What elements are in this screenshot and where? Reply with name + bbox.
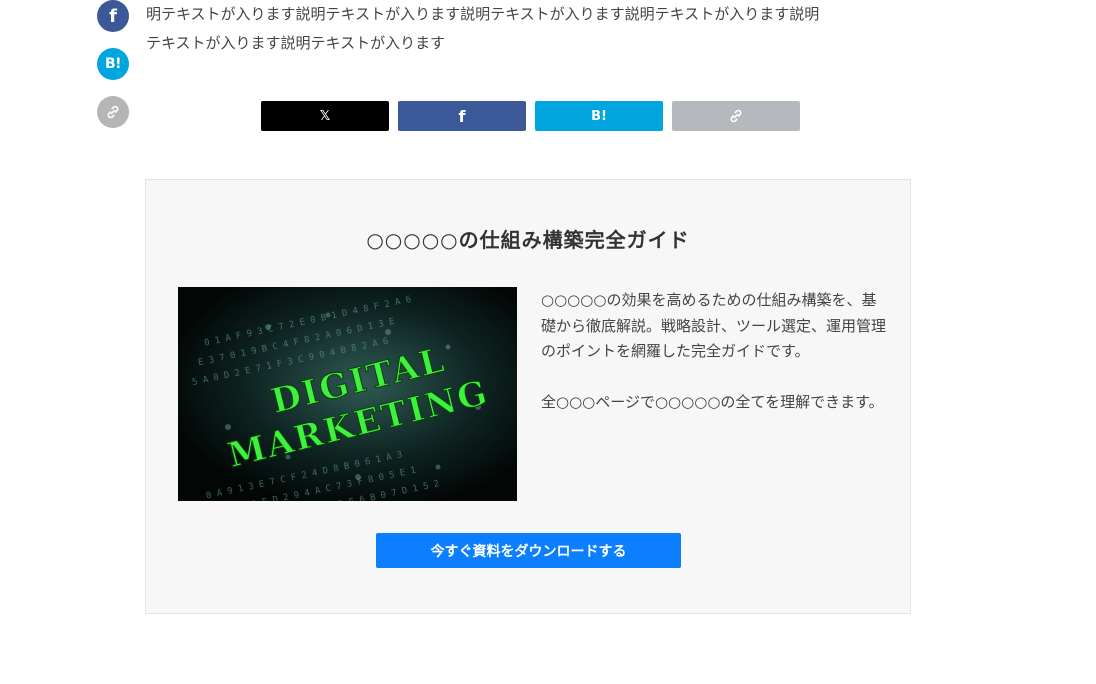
hatena-share-button[interactable]: B! <box>535 101 663 131</box>
hatena-share-side-button[interactable]: B! <box>97 48 129 80</box>
card-description: ○○○○○の効果を高めるための仕組み構築を、基礎から徹底解説。戦略設計、ツール選… <box>541 288 886 416</box>
card-description-para-2: 全○○○ページで○○○○○の全てを理解できます。 <box>541 393 884 411</box>
copy-link-button[interactable] <box>672 101 800 131</box>
hatena-bookmark-icon: B! <box>104 56 122 72</box>
copy-link-side-button[interactable] <box>97 96 129 128</box>
digital-marketing-illustration: 0 1 A F 9 3 C 7 2 E 0 B 1 D 4 8 F 2 A 6 … <box>178 287 517 501</box>
link-icon <box>730 109 742 123</box>
x-icon: 𝕏 <box>319 108 331 124</box>
x-share-button[interactable]: 𝕏 <box>261 101 389 131</box>
facebook-share-button[interactable]: f <box>398 101 526 131</box>
card-description-para-1: ○○○○○の効果を高めるための仕組み構築を、基礎から徹底解説。戦略設計、ツール選… <box>541 291 887 360</box>
card-title: ○○○○○の仕組み構築完全ガイド <box>366 228 690 252</box>
facebook-icon: f <box>109 5 117 27</box>
share-bar: 𝕏 f B! <box>261 101 800 131</box>
digital-marketing-image: 0 1 A F 9 3 C 7 2 E 0 B 1 D 4 8 F 2 A 6 … <box>178 287 517 501</box>
intro-line-1: 明テキストが入ります説明テキストが入ります説明テキストが入ります説明テキストが入… <box>146 5 820 23</box>
download-cta-button[interactable]: 今すぐ資料をダウンロードする <box>376 533 681 568</box>
hatena-bookmark-icon: B! <box>591 108 607 124</box>
page: f B! 明テキストが入ります説明テキストが入ります説明テキストが入ります説明テ… <box>0 0 1096 684</box>
facebook-icon: f <box>458 106 466 126</box>
intro-paragraph: 明テキストが入ります説明テキストが入ります説明テキストが入ります説明テキストが入… <box>146 0 916 57</box>
download-promo-card: ○○○○○の仕組み構築完全ガイド 0 1 A F 9 3 C 7 2 E 0 B… <box>145 179 911 614</box>
facebook-share-side-button[interactable]: f <box>97 0 129 32</box>
link-icon <box>107 105 119 119</box>
intro-line-2: テキストが入ります説明テキストが入ります <box>146 33 446 52</box>
